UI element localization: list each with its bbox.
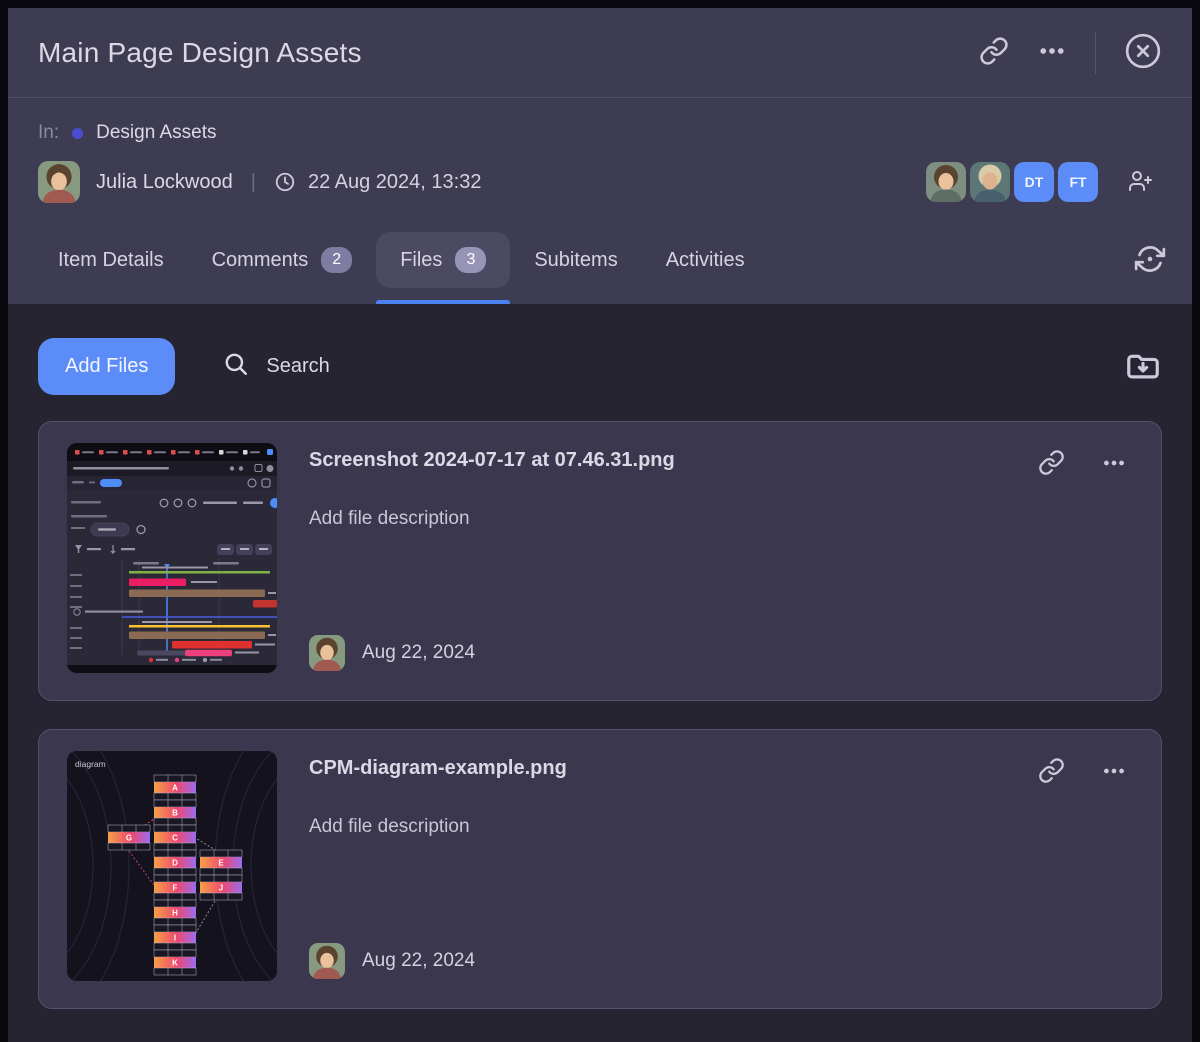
file-card-footer: Aug 22, 2024 (309, 943, 1133, 979)
file-more-options-button[interactable] (1101, 450, 1127, 479)
file-thumbnail[interactable]: diagram (67, 751, 277, 981)
svg-text:G: G (126, 834, 132, 843)
file-description-placeholder[interactable]: Add file description (309, 508, 1133, 530)
tab-comments[interactable]: Comments 2 (188, 216, 377, 304)
link-icon (1038, 449, 1065, 479)
file-card-actions (1038, 449, 1133, 479)
titlebar-actions (979, 32, 1162, 74)
download-all-files-button[interactable] (1124, 346, 1162, 387)
user-plus-icon (1128, 169, 1152, 196)
tab-label: Comments (212, 249, 309, 272)
uploader-avatar (309, 943, 345, 979)
gantt-screenshot-graphic (67, 443, 277, 673)
tab-activities[interactable]: Activities (642, 216, 769, 304)
svg-text:D: D (172, 859, 178, 868)
project-color-dot (72, 128, 83, 139)
tab-label: Files (400, 249, 442, 272)
svg-text:C: C (172, 834, 178, 843)
svg-text:J: J (219, 884, 223, 893)
svg-text:H: H (172, 909, 178, 918)
files-toolbar: Add Files (38, 338, 1162, 395)
in-label: In: (38, 122, 59, 144)
copy-item-link-button[interactable] (979, 36, 1009, 69)
search-icon (223, 351, 249, 382)
item-tabs-bar: Item Details Comments 2 Files 3 Subitems… (8, 216, 1192, 304)
file-card-actions (1038, 757, 1133, 787)
add-member-button[interactable] (1118, 160, 1162, 204)
uploader-avatar (309, 635, 345, 671)
page-title: Main Page Design Assets (38, 37, 362, 69)
file-search (223, 351, 586, 382)
author-avatar (38, 161, 80, 203)
ellipsis-icon (1101, 758, 1127, 787)
add-files-button[interactable]: Add Files (38, 338, 175, 395)
svg-text:E: E (218, 859, 224, 868)
file-card: Screenshot 2024-07-17 at 07.46.31.png (38, 421, 1162, 701)
tab-label: Activities (666, 249, 745, 272)
link-icon (979, 36, 1009, 69)
titlebar-divider (1095, 32, 1096, 74)
item-detail-modal: Main Page Design Assets In: (8, 8, 1192, 1042)
svg-text:I: I (174, 934, 176, 943)
file-card-main: CPM-diagram-example.png (309, 751, 1133, 987)
svg-text:diagram: diagram (75, 759, 106, 769)
file-thumbnail[interactable] (67, 443, 277, 673)
item-location-row: In: Design Assets (38, 122, 1162, 144)
author-name: Julia Lockwood (96, 171, 233, 194)
member-avatar-1[interactable] (926, 162, 966, 202)
member-avatar-2[interactable] (970, 162, 1010, 202)
svg-text:A: A (172, 784, 178, 793)
close-modal-button[interactable] (1124, 32, 1162, 73)
member-avatars-group: DT FT (926, 160, 1162, 204)
files-count-badge: 3 (455, 247, 486, 273)
item-meta-section: In: Design Assets Julia Lockwood | 22 Au… (8, 98, 1192, 216)
tab-files[interactable]: Files 3 (376, 216, 510, 304)
upload-date: Aug 22, 2024 (362, 642, 475, 664)
member-badge-dt[interactable]: DT (1014, 162, 1054, 202)
cpm-diagram-graphic: diagram (67, 751, 277, 981)
comments-count-badge: 2 (321, 247, 352, 273)
member-badge-ft[interactable]: FT (1058, 162, 1098, 202)
file-card: diagram (38, 729, 1162, 1009)
svg-text:B: B (172, 809, 178, 818)
search-input[interactable] (266, 355, 586, 378)
svg-text:K: K (172, 959, 178, 968)
meta-separator: | (251, 171, 256, 194)
sync-button[interactable] (1134, 243, 1166, 278)
folder-download-icon (1124, 346, 1162, 387)
file-card-footer: Aug 22, 2024 (309, 635, 1133, 671)
tab-subitems[interactable]: Subitems (510, 216, 641, 304)
svg-text:F: F (173, 884, 178, 893)
file-more-options-button[interactable] (1101, 758, 1127, 787)
file-name[interactable]: CPM-diagram-example.png (309, 757, 567, 780)
file-card-main: Screenshot 2024-07-17 at 07.46.31.png (309, 443, 1133, 679)
ellipsis-icon (1037, 36, 1067, 69)
item-author-row: Julia Lockwood | 22 Aug 2024, 13:32 DT F… (38, 160, 1162, 204)
sync-refresh-icon (1134, 243, 1166, 278)
files-tab-panel: Add Files (8, 304, 1192, 1042)
file-name[interactable]: Screenshot 2024-07-17 at 07.46.31.png (309, 449, 675, 472)
x-circle-icon (1124, 32, 1162, 73)
file-description-placeholder[interactable]: Add file description (309, 816, 1133, 838)
modal-titlebar: Main Page Design Assets (8, 8, 1192, 98)
link-icon (1038, 757, 1065, 787)
project-name-link[interactable]: Design Assets (96, 122, 216, 144)
clock-icon (274, 171, 296, 193)
screen: Main Page Design Assets In: (0, 0, 1200, 1042)
created-timestamp: 22 Aug 2024, 13:32 (308, 171, 482, 194)
file-copy-link-button[interactable] (1038, 757, 1065, 787)
file-card-list: Screenshot 2024-07-17 at 07.46.31.png (38, 421, 1162, 1009)
tab-label: Item Details (58, 249, 164, 272)
tab-label: Subitems (534, 249, 617, 272)
item-more-options-button[interactable] (1037, 36, 1067, 69)
file-copy-link-button[interactable] (1038, 449, 1065, 479)
ellipsis-icon (1101, 450, 1127, 479)
upload-date: Aug 22, 2024 (362, 950, 475, 972)
tab-item-details[interactable]: Item Details (34, 216, 188, 304)
